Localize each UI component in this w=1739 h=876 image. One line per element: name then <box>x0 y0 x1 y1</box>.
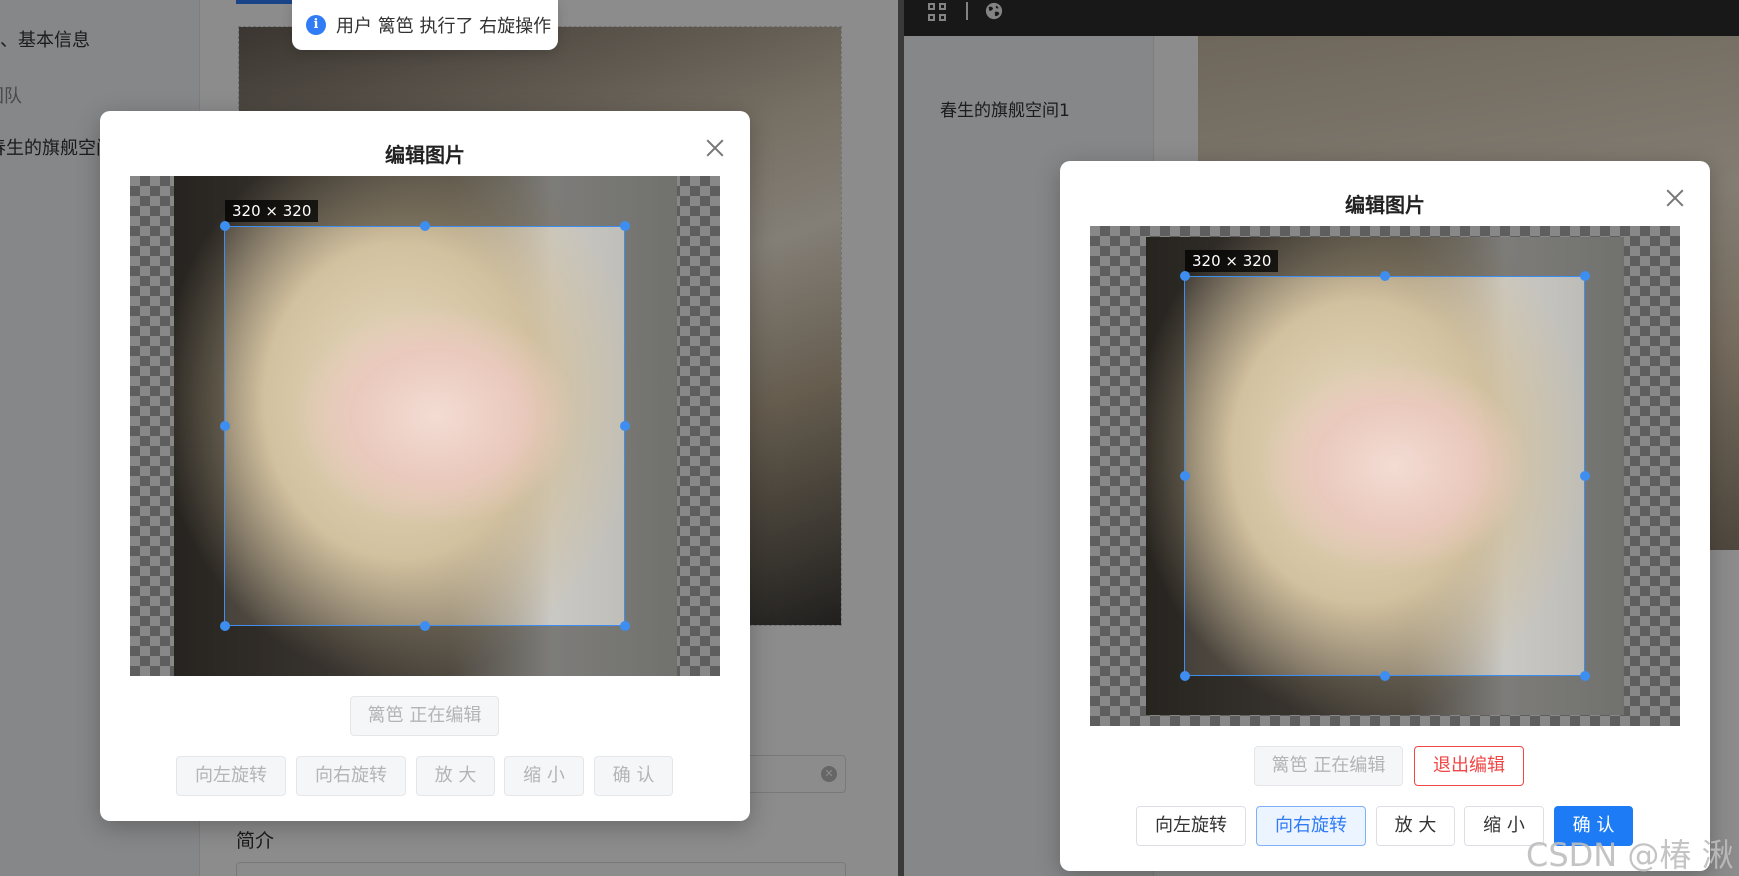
crop-box[interactable] <box>224 226 625 626</box>
modal-title: 编辑图片 <box>1345 193 1425 217</box>
crop-handle[interactable] <box>1180 471 1190 481</box>
crop-handle[interactable] <box>1580 671 1590 681</box>
crop-handle[interactable] <box>1180 671 1190 681</box>
zoom-out-button[interactable]: 缩 小 <box>504 756 584 796</box>
crop-size-label: 320 × 320 <box>225 200 319 222</box>
crop-canvas[interactable]: 320 × 320 <box>130 176 720 676</box>
editing-status-button: 篱笆 正在编辑 <box>350 696 499 736</box>
crop-handle[interactable] <box>1580 471 1590 481</box>
crop-box[interactable] <box>1184 276 1585 676</box>
crop-handle[interactable] <box>1380 271 1390 281</box>
left-window: 、基本信息 团队 春生的旗舰空间 ✕ 简介 i 用户 篱笆 执行了 右旋操作 编… <box>0 0 898 876</box>
crop-handle[interactable] <box>1380 671 1390 681</box>
operation-toast: i 用户 篱笆 执行了 右旋操作 <box>292 0 558 50</box>
right-edit-image-modal: 编辑图片 320 × 320 篱笆 正在编辑 退出编辑 向左旋转 向右旋转 放 … <box>1060 161 1710 871</box>
exit-edit-button[interactable]: 退出编辑 <box>1414 746 1524 786</box>
crop-handle[interactable] <box>420 221 430 231</box>
rotate-right-button[interactable]: 向右旋转 <box>296 756 406 796</box>
crop-handle[interactable] <box>220 621 230 631</box>
watermark: CSDN @椿 湫 <box>1526 836 1734 874</box>
close-icon[interactable] <box>1664 187 1686 209</box>
crop-handle[interactable] <box>1580 271 1590 281</box>
crop-handle[interactable] <box>620 621 630 631</box>
zoom-in-button[interactable]: 放 大 <box>1376 806 1455 846</box>
crop-handle[interactable] <box>420 621 430 631</box>
crop-size-label: 320 × 320 <box>1185 250 1279 272</box>
crop-handle[interactable] <box>620 421 630 431</box>
info-icon: i <box>306 15 326 35</box>
crop-handle[interactable] <box>220 221 230 231</box>
rotate-left-button[interactable]: 向左旋转 <box>1136 806 1246 846</box>
toast-message: 用户 篱笆 执行了 右旋操作 <box>336 16 552 37</box>
right-window: 春生的旗舰空间1 编辑图片 320 × 320 篱笆 正在编辑 退出编辑 向左旋… <box>904 0 1739 876</box>
close-icon[interactable] <box>704 137 726 159</box>
crop-canvas[interactable]: 320 × 320 <box>1090 226 1680 726</box>
rotate-left-button[interactable]: 向左旋转 <box>176 756 286 796</box>
rotate-right-button[interactable]: 向右旋转 <box>1256 806 1366 846</box>
editing-status-button: 篱笆 正在编辑 <box>1254 746 1403 786</box>
modal-title: 编辑图片 <box>385 143 465 167</box>
left-edit-image-modal: 编辑图片 320 × 320 篱笆 正在编辑 向左旋转 向右旋转 放 大 缩 小… <box>100 111 750 821</box>
crop-handle[interactable] <box>220 421 230 431</box>
crop-handle[interactable] <box>1180 271 1190 281</box>
crop-handle[interactable] <box>620 221 630 231</box>
confirm-button[interactable]: 确 认 <box>594 756 673 796</box>
zoom-in-button[interactable]: 放 大 <box>416 756 495 796</box>
